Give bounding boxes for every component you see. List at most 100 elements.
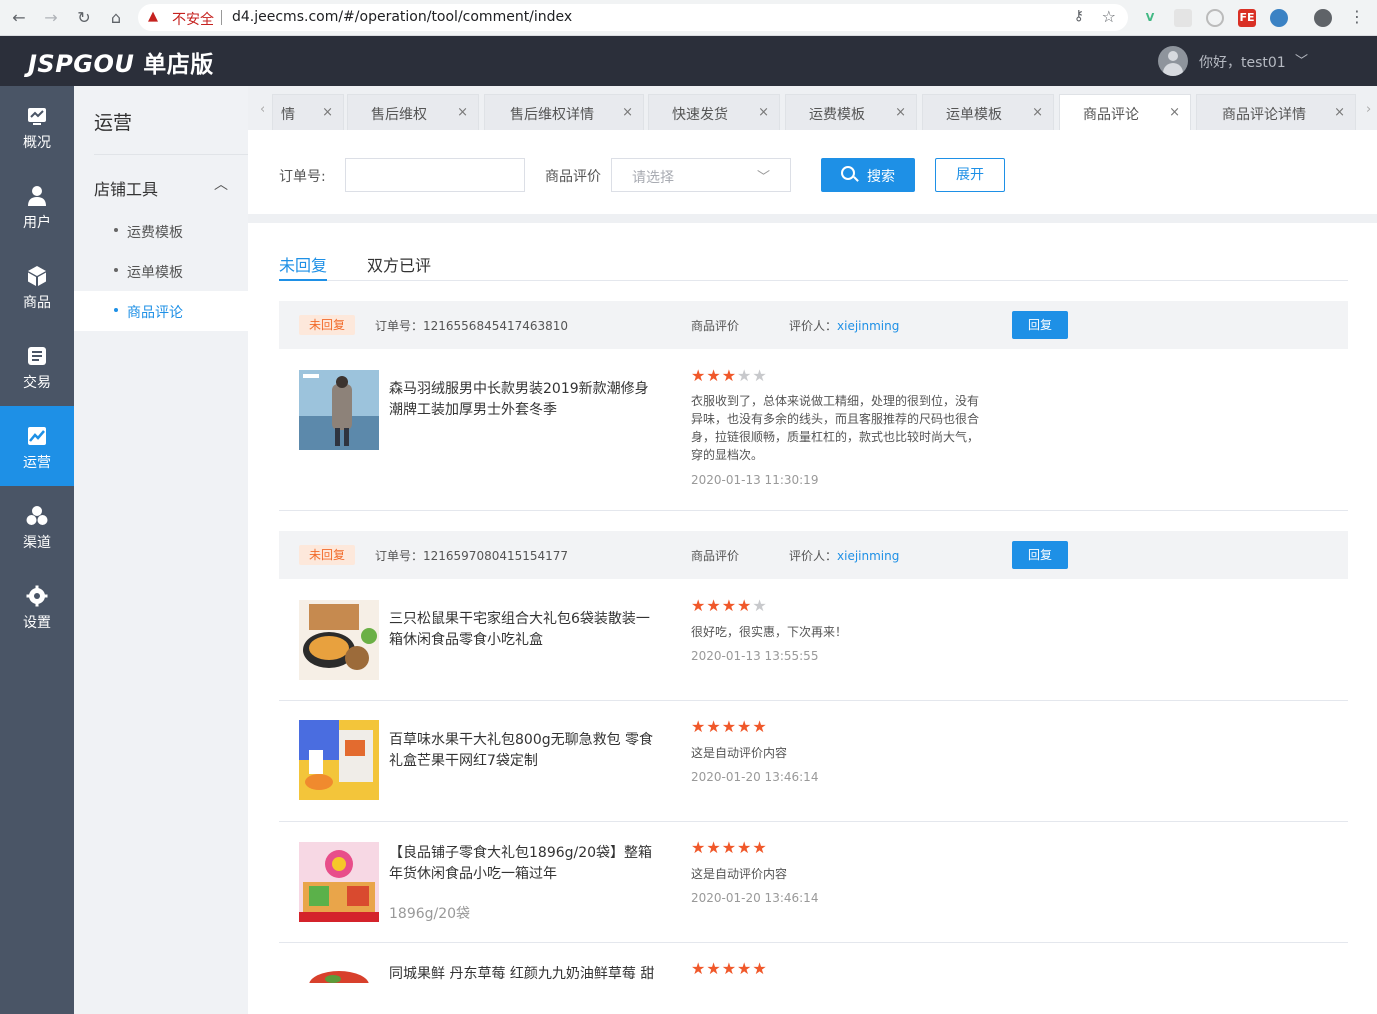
chevron-down-icon: ﹀ [756, 170, 770, 185]
expand-button[interactable]: 展开 [935, 158, 1005, 192]
nav-item-operation[interactable]: 运营 [0, 406, 74, 486]
secondary-nav: 运营 店铺工具 ︿ 运费模板 运单模板 商品评论 [74, 86, 248, 1014]
primary-nav: 概况 用户 商品 交易 运营 渠道 设置 [0, 86, 74, 1014]
app-logo[interactable]: JSPGOU 单店版 [28, 45, 214, 79]
product-image[interactable] [299, 370, 379, 450]
comment-date: 2020-01-20 13:46:14 [691, 891, 819, 905]
app-header: JSPGOU 单店版 你好，test01 ﹀ [0, 36, 1377, 86]
list-item: 百草味水果干大礼包800g无聊急救包 零食礼盒芒果干网红7袋定制 ★★★★★ 这… [279, 700, 1348, 821]
close-icon[interactable]: × [895, 105, 906, 120]
subnav-item-waybill-template[interactable]: 运单模板 [74, 251, 248, 291]
search-button[interactable]: 搜索 [821, 158, 915, 192]
tab-both-reviewed[interactable]: 双方已评 [367, 252, 431, 276]
reviewer: 评价人：xiejinming [789, 549, 900, 563]
close-icon[interactable]: × [457, 105, 468, 120]
address-bar[interactable]: ▲ 不安全 d4.jeecms.com/#/operation/tool/com… [138, 4, 1128, 31]
product-image[interactable] [299, 842, 379, 922]
tab-unreplied[interactable]: 未回复 [279, 252, 327, 276]
back-icon[interactable]: ← [8, 8, 30, 27]
close-icon[interactable]: × [322, 105, 333, 120]
subnav-item-shipping-template[interactable]: 运费模板 [74, 211, 248, 251]
section-title: 运营 [94, 112, 133, 134]
order-header: 未回复 订单号：1216597080415154177 商品评价 评价人：xie… [279, 531, 1348, 579]
home-icon[interactable]: ⌂ [105, 8, 127, 27]
close-icon[interactable]: × [1169, 105, 1180, 120]
filter-bar: 订单号: 商品评价 请选择 ﹀ 搜索 展开 [248, 130, 1377, 214]
rating-column-label: 商品评价 [691, 549, 740, 563]
product-image[interactable] [299, 600, 379, 680]
nav-item-settings[interactable]: 设置 [0, 566, 74, 646]
product-image[interactable] [299, 963, 379, 983]
forward-icon[interactable]: → [40, 8, 62, 27]
tab-shipping-template[interactable]: 运费模板 × [785, 94, 917, 130]
order-number: 订单号：1216556845417463810 [375, 319, 569, 333]
order-number-input[interactable] [345, 158, 525, 192]
order-header: 未回复 订单号：1216556845417463810 商品评价 评价人：xie… [279, 301, 1348, 349]
order-label: 订单号: [279, 169, 326, 185]
tabs-divider [279, 280, 1348, 281]
chevron-up-icon[interactable]: ︿ [214, 174, 228, 194]
url-text[interactable]: d4.jeecms.com/#/operation/tool/comment/i… [232, 9, 572, 25]
chevron-right-icon[interactable]: › [1366, 102, 1371, 117]
warning-icon: ▲ [148, 9, 158, 24]
tab-waybill-template[interactable]: 运单模板 × [922, 94, 1054, 130]
nav-item-overview[interactable]: 概况 [0, 86, 74, 166]
tab-partial[interactable]: 情 × [272, 94, 344, 130]
close-icon[interactable]: × [758, 105, 769, 120]
tab-product-comments[interactable]: 商品评论 × [1059, 94, 1191, 130]
nav-item-channel[interactable]: 渠道 [0, 486, 74, 566]
product-image[interactable] [299, 720, 379, 800]
chevron-down-icon[interactable]: ﹀ [1295, 50, 1308, 69]
avatar[interactable] [1158, 46, 1188, 76]
reply-button[interactable]: 回复 [1012, 541, 1068, 569]
reload-icon[interactable]: ↻ [73, 8, 95, 27]
product-name[interactable]: 同城果鲜 丹东草莓 红颜九九奶油鲜草莓 甜 [389, 964, 689, 985]
close-icon[interactable]: × [622, 105, 633, 120]
comment-text: 很好吃，很实惠，下次再来！ [691, 625, 848, 639]
extension-grid-icon[interactable] [1174, 9, 1192, 27]
extension-circle-icon[interactable] [1206, 9, 1224, 27]
menu-dots-icon[interactable]: ⋮ [1346, 7, 1368, 26]
close-icon[interactable]: × [1334, 105, 1345, 120]
page-tabs: ‹ 情 × 售后维权 × 售后维权详情 × 快速发货 × 运费模板 × 运单模板… [248, 86, 1377, 130]
list-icon [28, 347, 46, 365]
divider [279, 510, 1348, 511]
nav-item-trade[interactable]: 交易 [0, 326, 74, 406]
comment-date: 2020-01-13 11:30:19 [691, 473, 819, 487]
section-gap [248, 214, 1377, 223]
group-shop-tools[interactable]: 店铺工具 [94, 176, 158, 200]
reply-button[interactable]: 回复 [1012, 311, 1068, 339]
product-name[interactable]: 【良品铺子零食大礼包1896g/20袋】整箱年货休闲食品小吃一箱过年 [389, 843, 659, 885]
tab-product-comment-detail[interactable]: 商品评论详情 × [1196, 94, 1356, 130]
vue-extension-icon[interactable]: V [1141, 9, 1159, 27]
user-icon [28, 186, 46, 206]
fe-extension-icon[interactable]: FE [1238, 9, 1256, 27]
key-icon[interactable]: ⚷ [1074, 8, 1084, 24]
profile-icon[interactable] [1314, 9, 1332, 27]
dashboard-icon [28, 108, 46, 125]
product-name[interactable]: 三只松鼠果干宅家组合大礼包6袋装散装一箱休闲食品零食小吃礼盒 [389, 609, 659, 651]
nav-item-users[interactable]: 用户 [0, 166, 74, 246]
tab-after-sales-detail[interactable]: 售后维权详情 × [484, 94, 644, 130]
rating-stars: ★★★★★ [691, 596, 768, 615]
comment-date: 2020-01-13 13:55:55 [691, 649, 819, 663]
chevron-left-icon[interactable]: ‹ [260, 102, 265, 117]
product-spec: 1896g/20袋 [389, 906, 471, 922]
rating-column-label: 商品评价 [691, 319, 740, 333]
status-badge: 未回复 [299, 315, 355, 335]
rating-stars: ★★★★★ [691, 959, 768, 978]
globe-extension-icon[interactable] [1270, 9, 1288, 27]
comment-text: 这是自动评价内容 [691, 867, 788, 881]
product-name[interactable]: 百草味水果干大礼包800g无聊急救包 零食礼盒芒果干网红7袋定制 [389, 730, 659, 772]
tab-quick-ship[interactable]: 快速发货 × [648, 94, 780, 130]
active-tab-indicator [279, 279, 327, 281]
bookmark-star-icon[interactable]: ☆ [1102, 7, 1116, 26]
close-icon[interactable]: × [1032, 105, 1043, 120]
rating-select[interactable]: 请选择 ﹀ [611, 158, 791, 192]
tab-after-sales[interactable]: 售后维权 × [347, 94, 479, 130]
nav-item-products[interactable]: 商品 [0, 246, 74, 326]
user-greeting[interactable]: 你好，test01 [1199, 52, 1286, 72]
subnav-item-product-comments[interactable]: 商品评论 [74, 291, 248, 331]
gear-icon [26, 585, 48, 607]
product-name[interactable]: 森马羽绒服男中长款男装2019新款潮修身潮牌工装加厚男士外套冬季 [389, 379, 659, 421]
